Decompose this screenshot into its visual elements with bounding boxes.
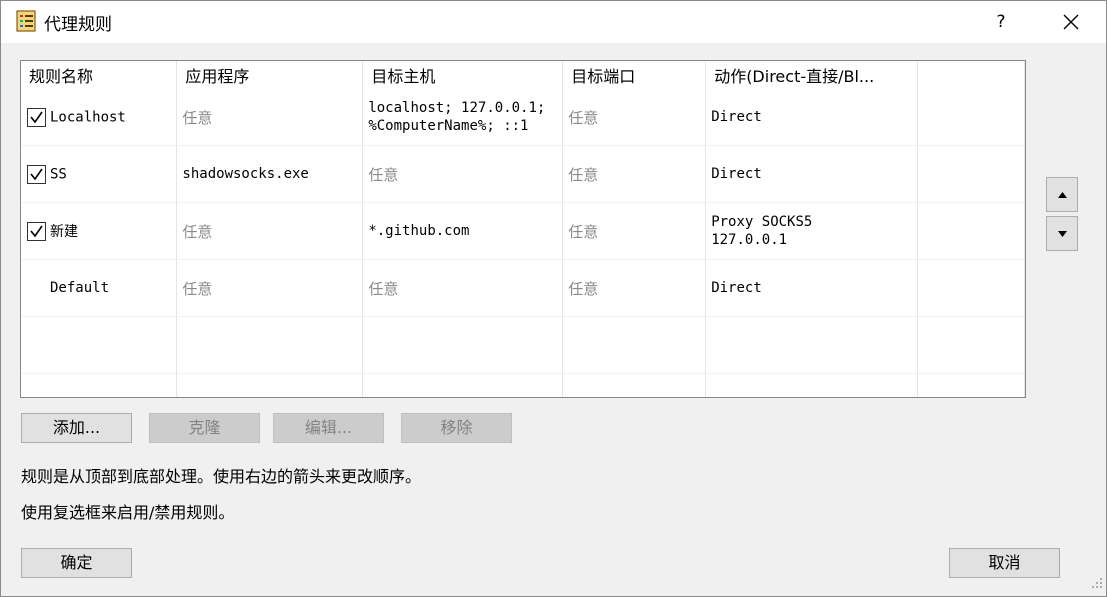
add-button[interactable]: 添加...: [21, 413, 132, 443]
checkmark-icon: [30, 225, 43, 237]
rule-host-line2: %ComputerName%; ::1: [368, 118, 529, 134]
arrow-down-icon: [1058, 231, 1067, 237]
empty-row: [21, 316, 1025, 374]
rule-app: 任意: [182, 222, 213, 241]
rule-action: Direct: [711, 109, 762, 125]
rule-action: Proxy SOCKS5: [711, 214, 813, 230]
rule-action-line2: 127.0.0.1: [711, 232, 788, 248]
rule-name: SS: [50, 166, 67, 182]
order-hint: 规则是从顶部到底部处理。使用右边的箭头来更改顺序。: [21, 467, 422, 486]
close-button[interactable]: [1045, 1, 1097, 43]
rule-enabled-checkbox[interactable]: [27, 164, 46, 184]
rule-app: 任意: [182, 108, 213, 127]
close-icon: [1063, 14, 1079, 30]
ok-button[interactable]: 确定: [21, 548, 132, 578]
rule-port: 任意: [568, 165, 599, 184]
rule-port: 任意: [568, 222, 599, 241]
move-up-button[interactable]: [1046, 177, 1078, 212]
rules-list-icon: [14, 9, 38, 33]
rules-table[interactable]: 规则名称 应用程序 目标主机 目标端口 动作(Direct-直接/Bl... L…: [20, 60, 1026, 398]
table-row[interactable]: SS shadowsocks.exe 任意 任意 Direct: [21, 145, 1025, 203]
column-header-filler: [917, 61, 1025, 89]
rule-enabled-checkbox[interactable]: [27, 107, 46, 127]
edit-button[interactable]: 编辑...: [273, 413, 384, 443]
remove-button[interactable]: 移除: [401, 413, 512, 443]
column-header-application[interactable]: 应用程序: [176, 61, 364, 89]
checkmark-icon: [30, 168, 43, 180]
rule-host: 任意: [368, 279, 399, 298]
table-header: 规则名称 应用程序 目标主机 目标端口 动作(Direct-直接/Bl...: [21, 61, 1025, 89]
rule-action: Direct: [711, 166, 762, 182]
help-button[interactable]: ?: [981, 1, 1021, 43]
rule-app: shadowsocks.exe: [182, 166, 309, 182]
move-down-button[interactable]: [1046, 216, 1078, 251]
table-row[interactable]: Localhost 任意 localhost; 127.0.0.1; %Compu…: [21, 89, 1025, 146]
checkmark-icon: [30, 111, 43, 123]
title-bar: 代理规则 ?: [1, 1, 1106, 43]
column-header-rule-name[interactable]: 规则名称: [21, 61, 178, 89]
rule-host: 任意: [368, 165, 399, 184]
table-row[interactable]: Default 任意 任意 任意 Direct: [21, 259, 1025, 317]
empty-row: [21, 373, 1025, 397]
clone-button[interactable]: 克隆: [149, 413, 260, 443]
window-title: 代理规则: [44, 15, 112, 35]
rule-name: Default: [50, 280, 110, 296]
table-row[interactable]: 新建 任意 *.github.com 任意 Proxy SOCKS5 127.0.…: [21, 202, 1025, 260]
rule-action: Direct: [711, 280, 762, 296]
rule-app: 任意: [182, 279, 213, 298]
resize-grip-icon[interactable]: [1091, 575, 1103, 593]
checkbox-hint: 使用复选框来启用/禁用规则。: [21, 503, 235, 522]
rule-enabled-checkbox[interactable]: [27, 221, 46, 241]
rule-name: 新建: [50, 224, 78, 240]
rule-port: 任意: [568, 108, 599, 127]
arrow-up-icon: [1058, 192, 1067, 198]
cancel-button[interactable]: 取消: [949, 548, 1060, 578]
rule-port: 任意: [568, 279, 599, 298]
proxy-rules-dialog: 代理规则 ? 规则名称 应用程序 目标主机 目标端口 动作(Direct-直接/…: [0, 0, 1107, 597]
column-header-target-port[interactable]: 目标端口: [562, 61, 707, 89]
rule-name: Localhost: [50, 109, 126, 125]
rule-host: *.github.com: [368, 223, 470, 239]
column-header-target-host[interactable]: 目标主机: [362, 61, 564, 89]
rule-host: localhost; 127.0.0.1;: [368, 100, 546, 116]
column-header-action[interactable]: 动作(Direct-直接/Bl...: [705, 61, 919, 89]
